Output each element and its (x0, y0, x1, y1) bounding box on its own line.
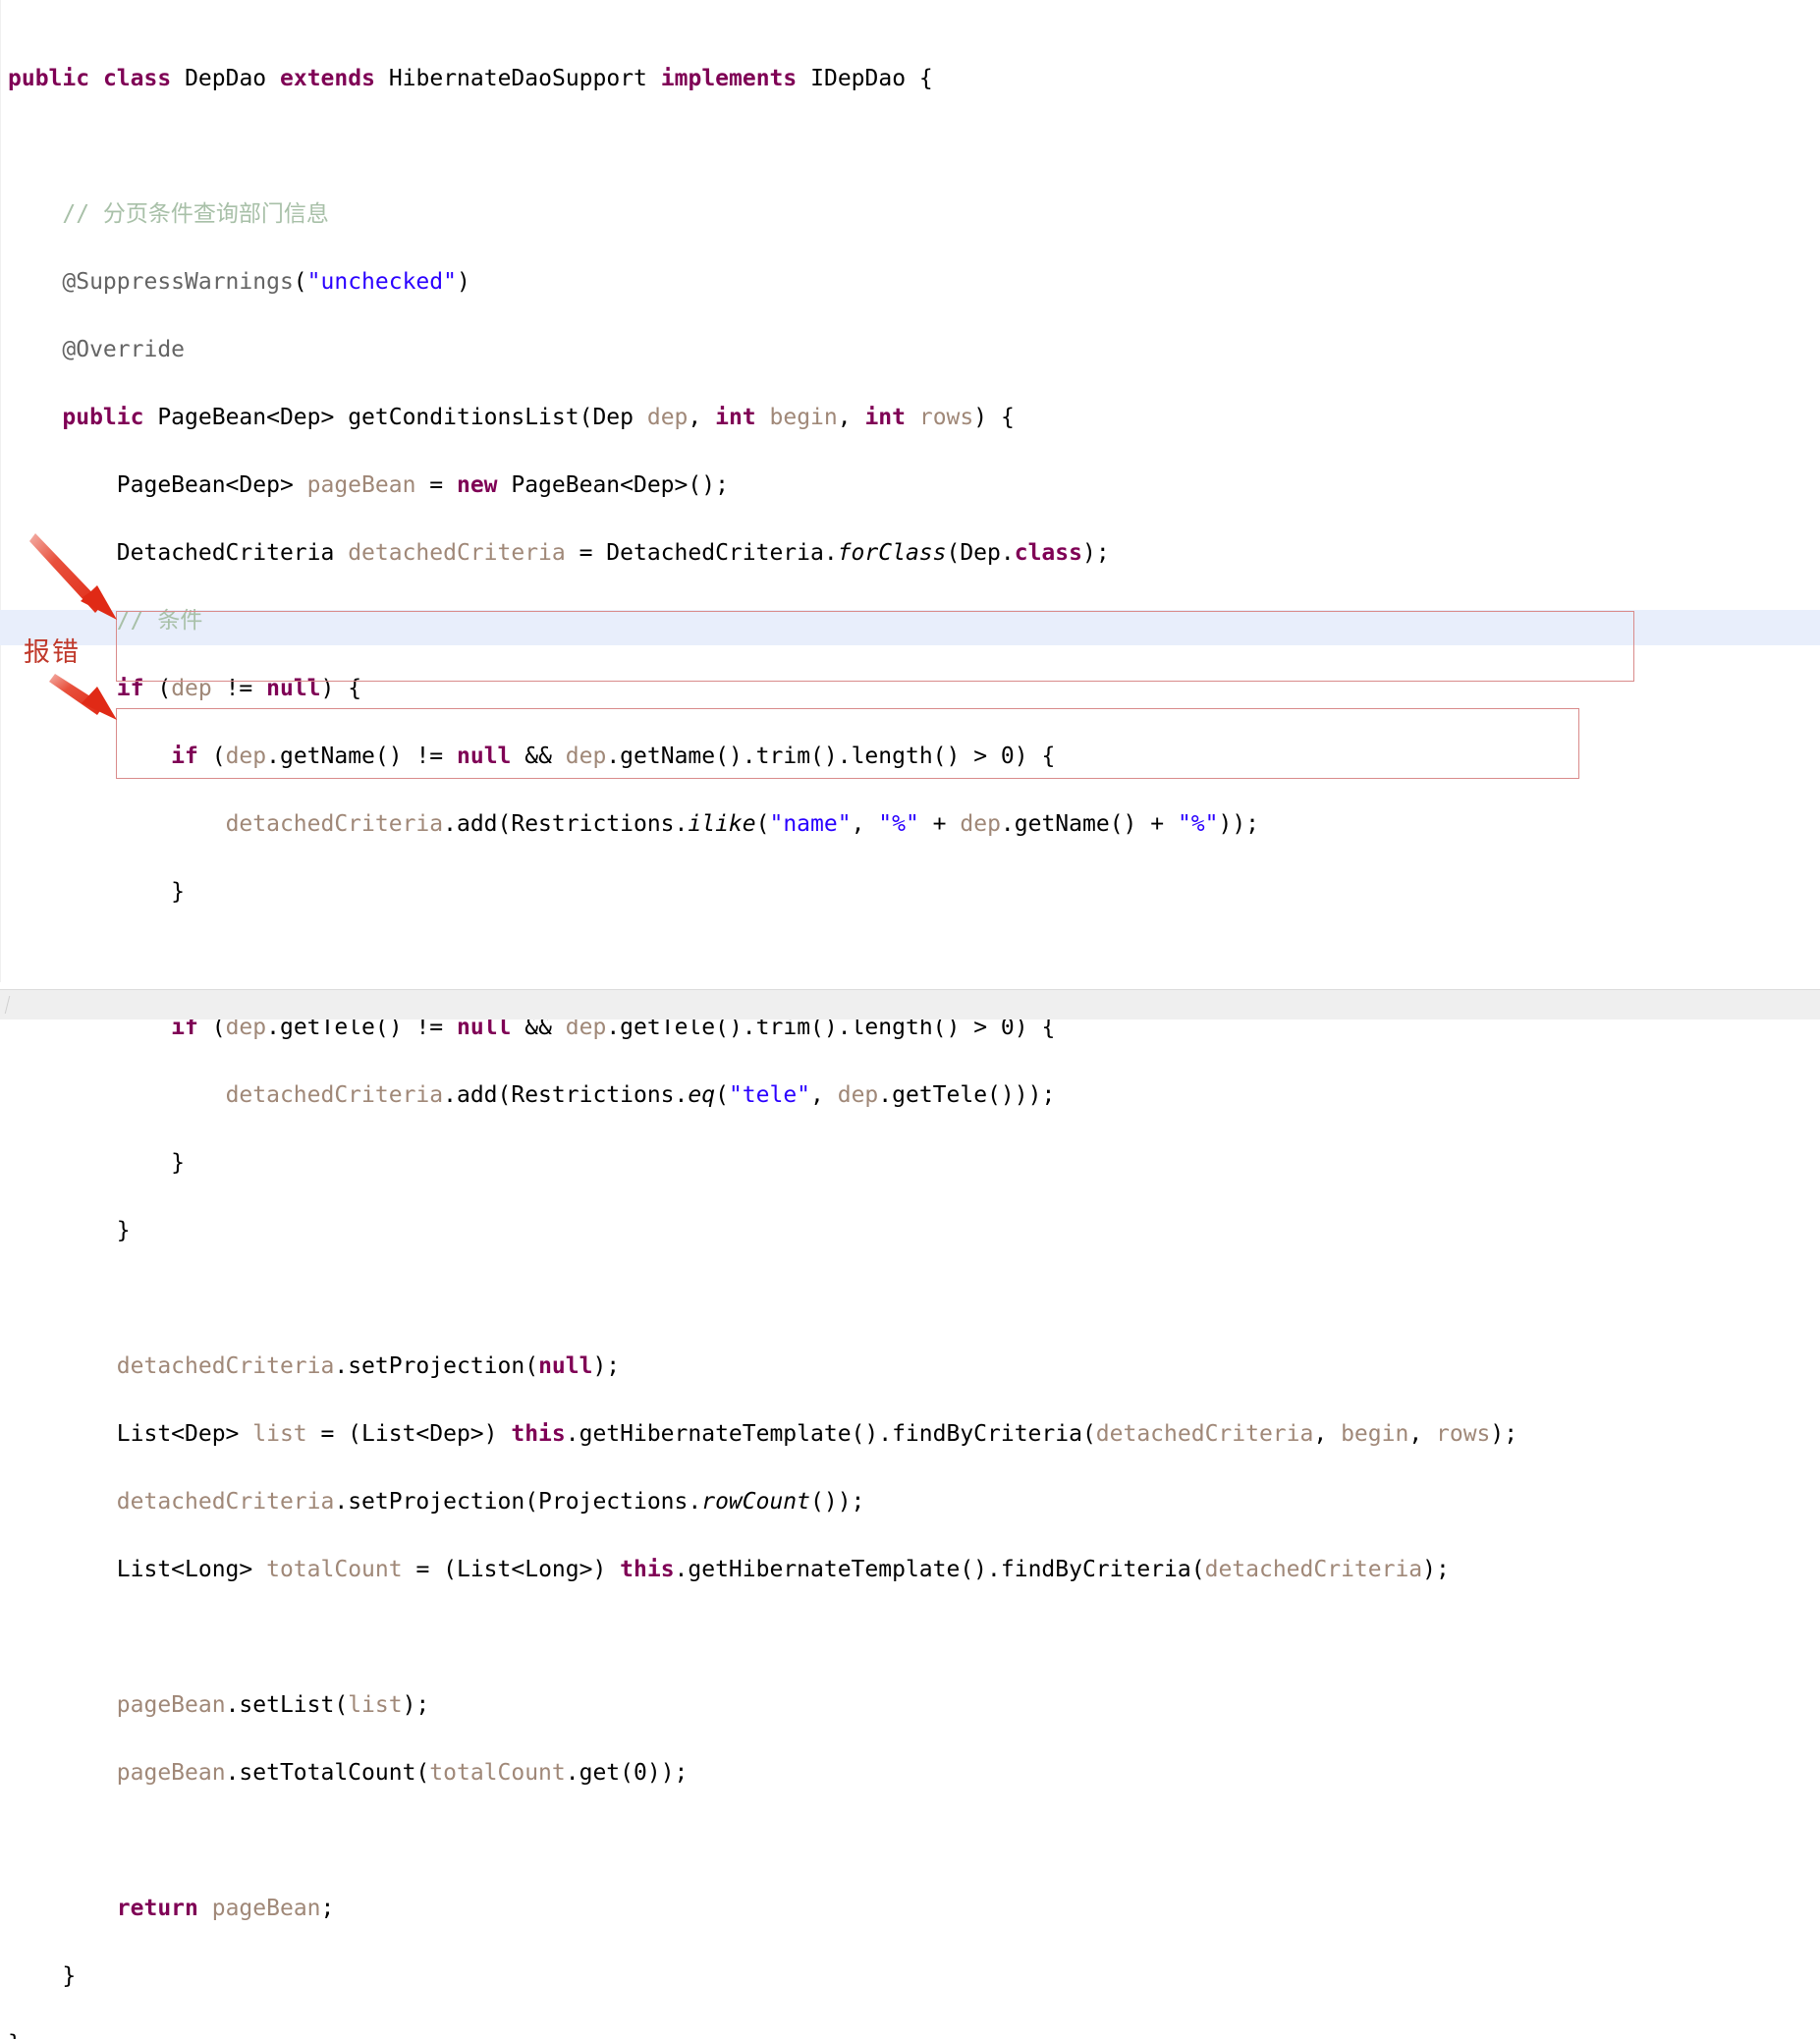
code-line-27[interactable] (0, 1824, 1820, 1858)
code-text-area[interactable]: public class DepDao extends HibernateDao… (0, 0, 1820, 2039)
code-line-6[interactable]: public PageBean<Dep> getConditionsList(D… (0, 401, 1820, 435)
code-line-5[interactable]: @Override (0, 333, 1820, 367)
code-line-11[interactable]: if (dep.getName() != null && dep.getName… (0, 740, 1820, 774)
editor-bottom-bar[interactable] (0, 989, 1820, 1020)
code-line-20[interactable]: detachedCriteria.setProjection(null); (0, 1350, 1820, 1384)
code-line-29[interactable]: } (0, 1959, 1820, 1994)
code-line-7[interactable]: PageBean<Dep> pageBean = new PageBean<De… (0, 468, 1820, 503)
code-line-8[interactable]: DetachedCriteria detachedCriteria = Deta… (0, 536, 1820, 571)
code-line-14[interactable] (0, 943, 1820, 977)
code-line-12[interactable]: detachedCriteria.add(Restrictions.ilike(… (0, 807, 1820, 842)
code-line-30[interactable]: } (0, 2027, 1820, 2039)
bottom-bar-tick (4, 996, 11, 1014)
code-line-2[interactable] (0, 130, 1820, 164)
code-line-24[interactable] (0, 1621, 1820, 1655)
code-line-26[interactable]: pageBean.setTotalCount(totalCount.get(0)… (0, 1756, 1820, 1791)
code-line-25[interactable]: pageBean.setList(list); (0, 1688, 1820, 1723)
annotation-label-baocuo: 报错 (24, 637, 81, 668)
code-line-1[interactable]: public class DepDao extends HibernateDao… (0, 62, 1820, 96)
code-line-22[interactable]: detachedCriteria.setProjection(Projectio… (0, 1485, 1820, 1519)
code-line-9[interactable]: // 条件 (0, 604, 1820, 638)
code-line-4[interactable]: @SuppressWarnings("unchecked") (0, 265, 1820, 300)
code-line-21[interactable]: List<Dep> list = (List<Dep>) this.getHib… (0, 1417, 1820, 1452)
code-line-19[interactable] (0, 1282, 1820, 1316)
code-editor-viewport[interactable]: public class DepDao extends HibernateDao… (0, 0, 1820, 2039)
code-line-3[interactable]: // 分页条件查询部门信息 (0, 197, 1820, 232)
code-line-23[interactable]: List<Long> totalCount = (List<Long>) thi… (0, 1553, 1820, 1587)
code-line-10[interactable]: if (dep != null) { (0, 672, 1820, 706)
code-line-18[interactable]: } (0, 1214, 1820, 1248)
code-line-16[interactable]: detachedCriteria.add(Restrictions.eq("te… (0, 1078, 1820, 1113)
code-line-13[interactable]: } (0, 875, 1820, 909)
code-line-17[interactable]: } (0, 1146, 1820, 1181)
code-line-28[interactable]: return pageBean; (0, 1892, 1820, 1926)
